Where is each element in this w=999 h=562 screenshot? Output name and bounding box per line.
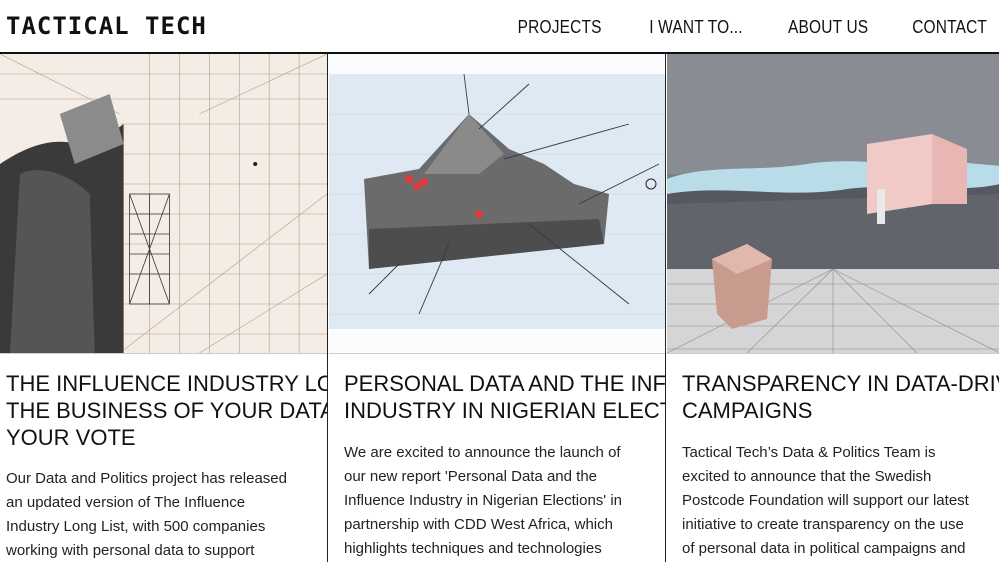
site-header: TACTICAL TECH PROJECTS I WANT TO... ABOU… bbox=[0, 0, 999, 54]
title-line[interactable]: YOUR VOTE bbox=[6, 424, 327, 451]
nav-about-us[interactable]: ABOUT US bbox=[788, 17, 868, 38]
excerpt-line: Tactical Tech’s Data & Politics Team is bbox=[682, 444, 936, 461]
nav-projects[interactable]: PROJECTS bbox=[518, 17, 602, 38]
title-line[interactable]: CAMPAIGNS bbox=[682, 397, 999, 424]
nav-contact[interactable]: CONTACT bbox=[912, 17, 987, 38]
article-title[interactable]: TRANSPARENCY IN DATA-DRIVEN CAMPAIGNS bbox=[682, 370, 999, 424]
title-line[interactable]: TRANSPARENCY IN DATA-DRIVEN bbox=[682, 370, 999, 397]
article-card[interactable]: TRANSPARENCY IN DATA-DRIVEN CAMPAIGNS Ta… bbox=[666, 54, 999, 562]
article-image[interactable] bbox=[329, 54, 666, 354]
excerpt-line: excited to announce that the Swedish bbox=[682, 468, 932, 485]
site-logo[interactable]: TACTICAL TECH bbox=[6, 12, 207, 40]
excerpt-line: partnership with CDD West Africa, which bbox=[344, 516, 613, 533]
title-line[interactable]: THE INFLUENCE INDUSTRY LONG LIST: bbox=[6, 370, 327, 397]
article-image[interactable] bbox=[0, 54, 327, 354]
title-line[interactable]: INDUSTRY IN NIGERIAN ELECTIONS bbox=[344, 397, 665, 424]
article-title[interactable]: PERSONAL DATA AND THE INFLUENCE INDUSTRY… bbox=[344, 370, 665, 424]
article-excerpt: Tactical Tech’s Data & Politics Team is … bbox=[682, 441, 992, 561]
article-excerpt: Our Data and Politics project has releas… bbox=[6, 467, 316, 562]
excerpt-line: Industry Long List, with 500 companies bbox=[6, 518, 266, 535]
excerpt-line: our new report 'Personal Data and the bbox=[344, 468, 598, 485]
excerpt-line: of personal data in political campaigns … bbox=[682, 540, 966, 557]
excerpt-line: We are excited to announce the launch of bbox=[344, 444, 621, 461]
article-excerpt: We are excited to announce the launch of… bbox=[344, 441, 644, 561]
main-nav: PROJECTS I WANT TO... ABOUT US CONTACT bbox=[504, 17, 987, 38]
excerpt-line: initiative to create transparency on the… bbox=[682, 516, 964, 533]
excerpt-line: Postcode Foundation will support our lat… bbox=[682, 492, 969, 509]
title-line[interactable]: PERSONAL DATA AND THE INFLUENCE bbox=[344, 370, 665, 397]
excerpt-line: Influence Industry in Nigerian Elections… bbox=[344, 492, 623, 509]
title-line[interactable]: THE BUSINESS OF YOUR DATA AND bbox=[6, 397, 327, 424]
article-card[interactable]: THE INFLUENCE INDUSTRY LONG LIST: THE BU… bbox=[0, 54, 328, 562]
article-card[interactable]: PERSONAL DATA AND THE INFLUENCE INDUSTRY… bbox=[328, 54, 666, 562]
article-cards: THE INFLUENCE INDUSTRY LONG LIST: THE BU… bbox=[0, 54, 999, 562]
excerpt-line: working with personal data to support bbox=[6, 542, 255, 559]
excerpt-line: Our Data and Politics project has releas… bbox=[6, 470, 287, 487]
excerpt-line: highlights techniques and technologies bbox=[344, 540, 602, 557]
article-image[interactable] bbox=[667, 54, 999, 354]
article-title[interactable]: THE INFLUENCE INDUSTRY LONG LIST: THE BU… bbox=[6, 370, 327, 451]
excerpt-line: an updated version of The Influence bbox=[6, 494, 246, 511]
nav-i-want-to[interactable]: I WANT TO... bbox=[649, 17, 743, 38]
